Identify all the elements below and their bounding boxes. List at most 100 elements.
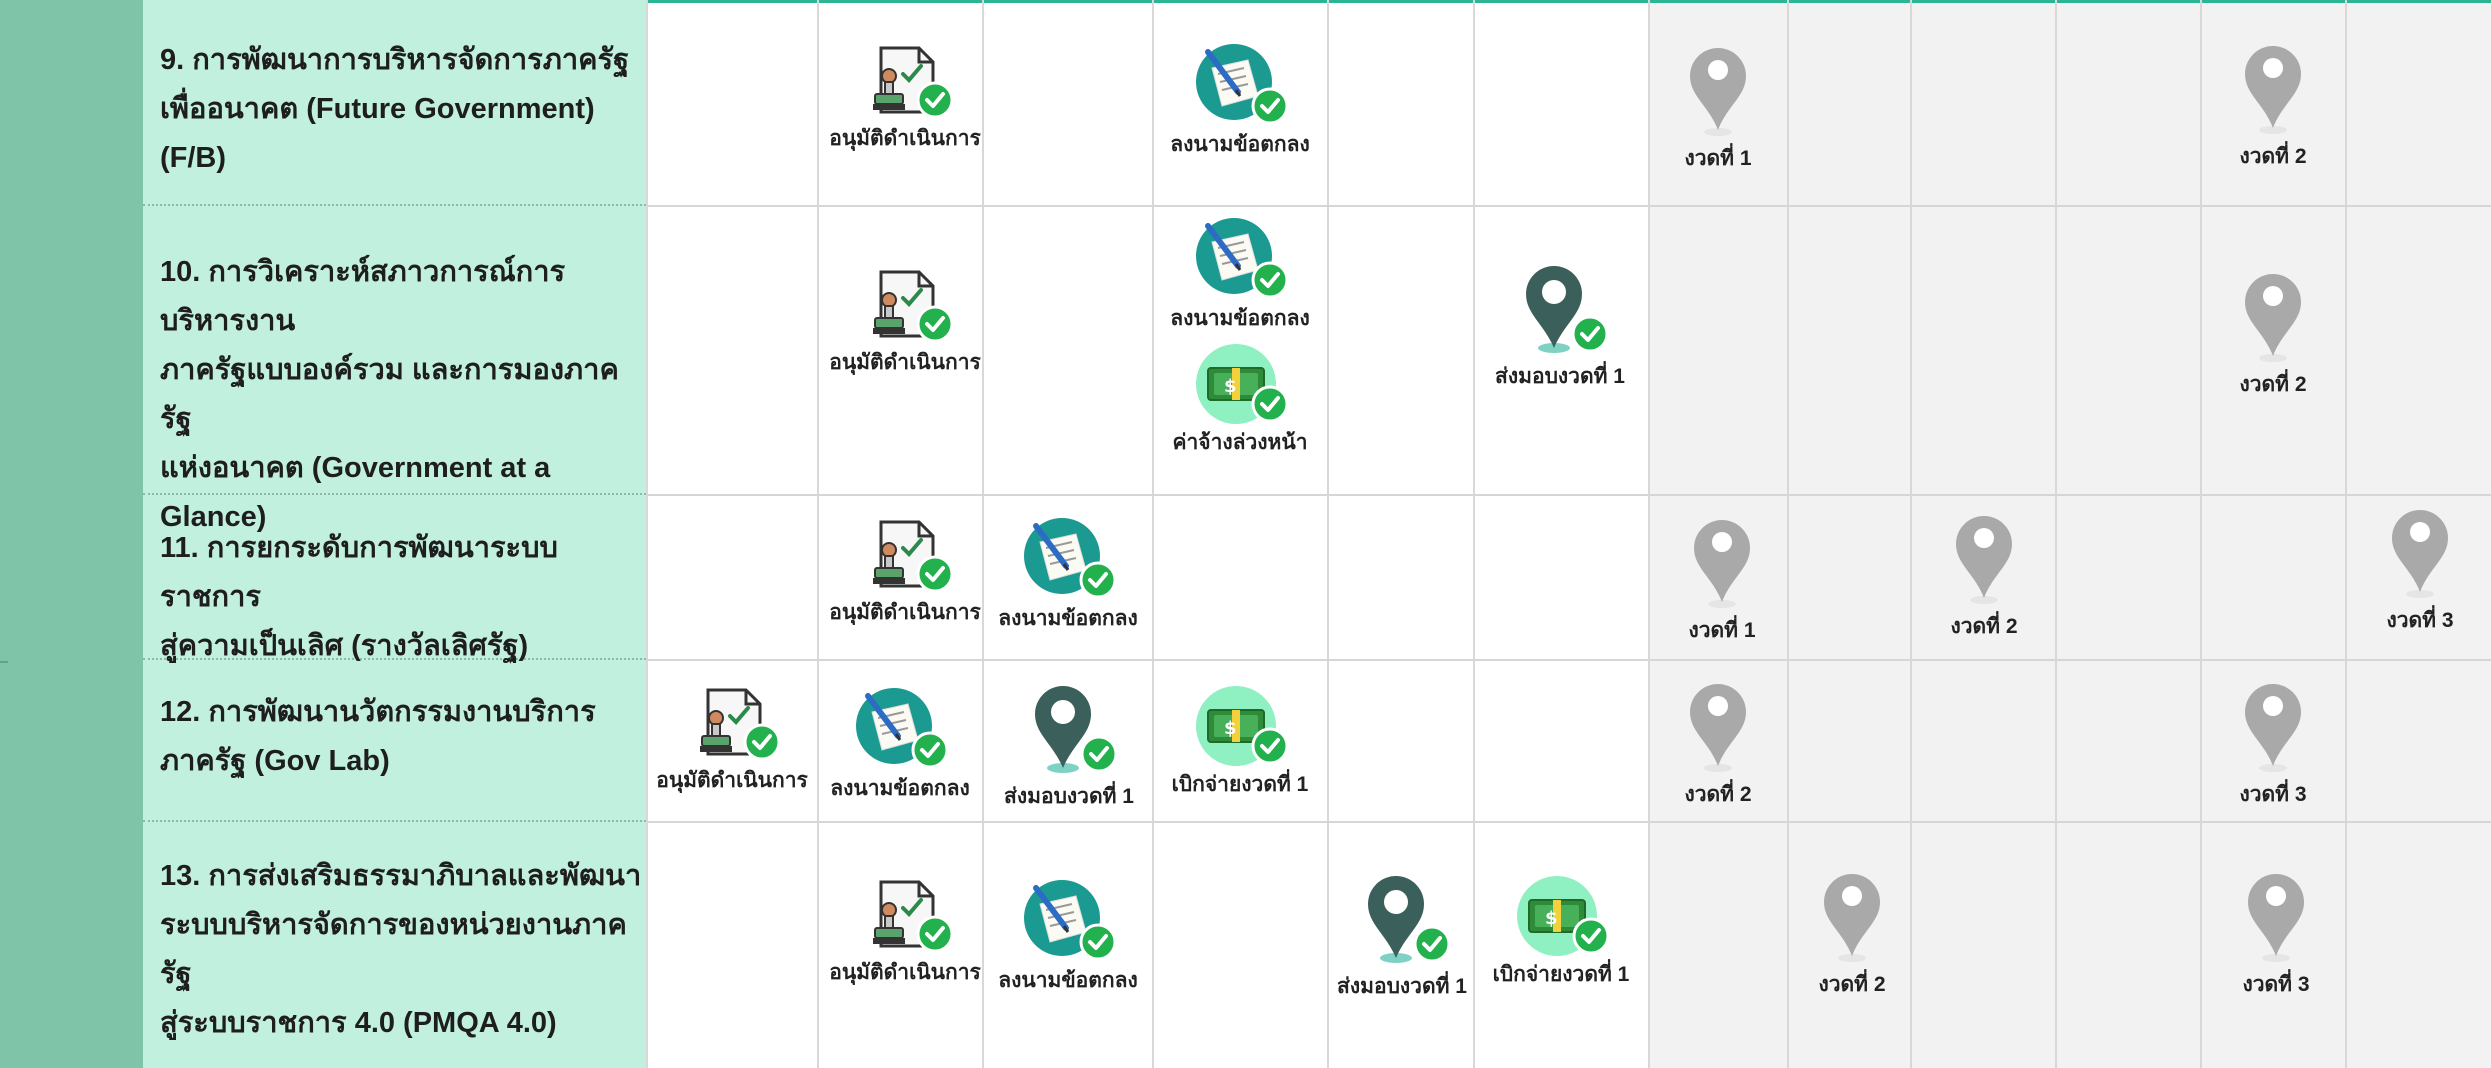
milestone-pending-installment[interactable]: งวดที่ 1: [1660, 44, 1776, 175]
milestone-pending-installment[interactable]: งวดที่ 3: [2362, 506, 2478, 637]
column-divider: [2200, 0, 2202, 1068]
project-title-line: ภาครัฐแบบองค์รวม และการมองภาครัฐ: [160, 354, 619, 435]
milestone-contract[interactable]: ลงนามข้อตกลง: [1160, 216, 1320, 335]
signed-contract-icon: [850, 686, 950, 770]
project-title-line: ระบบบริหารจัดการของหน่วยงานภาครัฐ: [160, 909, 627, 990]
approval-document-icon: [855, 268, 955, 344]
milestone-label: อนุมัติดำเนินการ: [829, 351, 981, 374]
delivered-pin-icon: [1510, 262, 1610, 358]
milestone-label: งวดที่ 2: [1684, 783, 1752, 806]
milestone-label: อนุมัติดำเนินการ: [829, 127, 981, 150]
money-payment-icon: $: [1190, 340, 1290, 424]
milestone-label: เบิกจ่ายงวดที่ 1: [1492, 963, 1630, 986]
svg-text:$: $: [1224, 718, 1237, 739]
project-title-line: (F/B): [160, 142, 227, 174]
milestone-pending-installment[interactable]: งวดที่ 2: [1926, 512, 2042, 643]
milestone-contract[interactable]: ลงนามข้อตกลง: [1160, 42, 1320, 161]
timeline-zone-row-13: [1648, 823, 2491, 1068]
money-payment-icon: $: [1511, 872, 1611, 956]
column-divider: [1327, 0, 1329, 1068]
column-divider: [1152, 0, 1154, 1068]
approval-document-icon: [855, 44, 955, 120]
milestone-label: งวดที่ 2: [1950, 615, 2018, 638]
pending-pin-icon: [1817, 870, 1887, 966]
milestone-contract[interactable]: ลงนามข้อตกลง: [822, 686, 978, 805]
milestone-label: งวดที่ 1: [1684, 147, 1752, 170]
project-title-line: 11. การยกระดับการพัฒนาระบบราชการ: [160, 532, 558, 613]
pending-pin-icon: [2241, 870, 2311, 966]
delivered-pin-icon: [1019, 682, 1119, 778]
pending-pin-icon: [2238, 270, 2308, 366]
project-title-row-10: 10. การวิเคราะห์สภาวการณ์การบริหารงาน ภา…: [160, 248, 645, 542]
milestone-installment-payment[interactable]: $ เบิกจ่ายงวดที่ 1: [1160, 682, 1320, 801]
project-title-row-9: 9. การพัฒนาการบริหารจัดการภาครัฐ เพื่ออน…: [160, 36, 645, 183]
milestone-approval[interactable]: อนุมัติดำเนินการ: [829, 268, 981, 379]
milestone-label: งวดที่ 2: [2239, 145, 2307, 168]
pending-pin-icon: [2238, 42, 2308, 138]
milestone-delivered-installment[interactable]: ส่งมอบงวดที่ 1: [990, 682, 1148, 813]
milestone-label: ลงนามข้อตกลง: [1170, 133, 1310, 156]
milestone-pending-installment[interactable]: งวดที่ 3: [2215, 680, 2331, 811]
project-title-line: สู่ความเป็นเลิศ (รางวัลเลิศรัฐ): [160, 630, 529, 662]
milestone-label: อนุมัติดำเนินการ: [829, 601, 981, 624]
title-row-divider: [143, 204, 646, 206]
milestone-approval[interactable]: อนุมัติดำเนินการ: [829, 878, 981, 989]
column-divider: [1648, 0, 1650, 1068]
milestone-label: ส่งมอบงวดที่ 1: [1337, 975, 1467, 998]
milestone-delivered-installment[interactable]: ส่งมอบงวดที่ 1: [1480, 262, 1640, 393]
milestone-label: ลงนามข้อตกลง: [830, 777, 970, 800]
milestone-pending-installment[interactable]: งวดที่ 2: [1794, 870, 1910, 1001]
milestone-label: อนุมัติดำเนินการ: [829, 961, 981, 984]
milestone-pending-installment[interactable]: งวดที่ 2: [1660, 680, 1776, 811]
milestone-pending-installment[interactable]: งวดที่ 1: [1664, 516, 1780, 647]
column-divider: [1910, 0, 1912, 1068]
pending-pin-icon: [1683, 44, 1753, 140]
approval-document-icon: [855, 518, 955, 594]
milestone-pending-installment[interactable]: งวดที่ 3: [2218, 870, 2334, 1001]
approval-document-icon: [682, 686, 782, 762]
milestone-label: ส่งมอบงวดที่ 1: [1495, 365, 1625, 388]
money-payment-icon: $: [1190, 682, 1290, 766]
row-divider: [646, 205, 2491, 207]
pending-pin-icon: [2385, 506, 2455, 602]
column-divider: [1787, 0, 1789, 1068]
milestone-approval[interactable]: อนุมัติดำเนินการ: [829, 518, 981, 629]
project-title-row-11: 11. การยกระดับการพัฒนาระบบราชการ สู่ความ…: [160, 524, 645, 671]
milestone-label: งวดที่ 1: [1688, 619, 1756, 642]
project-title-line: 9. การพัฒนาการบริหารจัดการภาครัฐ: [160, 44, 630, 76]
milestone-label: เบิกจ่ายงวดที่ 1: [1171, 773, 1309, 796]
left-group-strip: [0, 0, 143, 1068]
milestone-label: อนุมัติดำเนินการ: [656, 769, 808, 792]
milestone-approval[interactable]: อนุมัติดำเนินการ: [829, 44, 981, 155]
milestone-installment-payment[interactable]: $ เบิกจ่ายงวดที่ 1: [1478, 872, 1644, 991]
column-divider: [1473, 0, 1475, 1068]
column-divider: [817, 0, 819, 1068]
milestone-pending-installment[interactable]: งวดที่ 2: [2215, 270, 2331, 401]
project-title-line: เพื่ออนาคต (Future Government): [160, 93, 595, 125]
milestone-delivered-installment[interactable]: ส่งมอบงวดที่ 1: [1332, 872, 1472, 1003]
pending-pin-icon: [1949, 512, 2019, 608]
column-divider: [2055, 0, 2057, 1068]
delivered-pin-icon: [1352, 872, 1452, 968]
pending-pin-icon: [1687, 516, 1757, 612]
milestone-label: ลงนามข้อตกลง: [998, 969, 1138, 992]
milestone-advance-payment[interactable]: $ ค่าจ้างล่วงหน้า: [1160, 340, 1320, 459]
signed-contract-icon: [1190, 42, 1290, 126]
milestone-approval[interactable]: อนุมัติดำเนินการ: [650, 686, 814, 797]
row-divider: [646, 821, 2491, 823]
project-title-line: 10. การวิเคราะห์สภาวการณ์การบริหารงาน: [160, 256, 566, 337]
signed-contract-icon: [1190, 216, 1290, 300]
signed-contract-icon: [1018, 878, 1118, 962]
pending-pin-icon: [2238, 680, 2308, 776]
project-title-row-12: 12. การพัฒนานวัตกรรมงานบริการ ภาครัฐ (Go…: [160, 688, 645, 786]
signed-contract-icon: [1018, 516, 1118, 600]
milestone-pending-installment[interactable]: งวดที่ 2: [2215, 42, 2331, 173]
milestone-contract[interactable]: ลงนามข้อตกลง: [990, 878, 1146, 997]
column-divider: [982, 0, 984, 1068]
project-title-line: ภาครัฐ (Gov Lab): [160, 745, 390, 777]
milestone-contract[interactable]: ลงนามข้อตกลง: [990, 516, 1146, 635]
column-divider: [646, 0, 648, 1068]
milestone-label: งวดที่ 2: [1818, 973, 1886, 996]
milestone-label: ค่าจ้างล่วงหน้า: [1172, 431, 1308, 454]
approval-document-icon: [855, 878, 955, 954]
